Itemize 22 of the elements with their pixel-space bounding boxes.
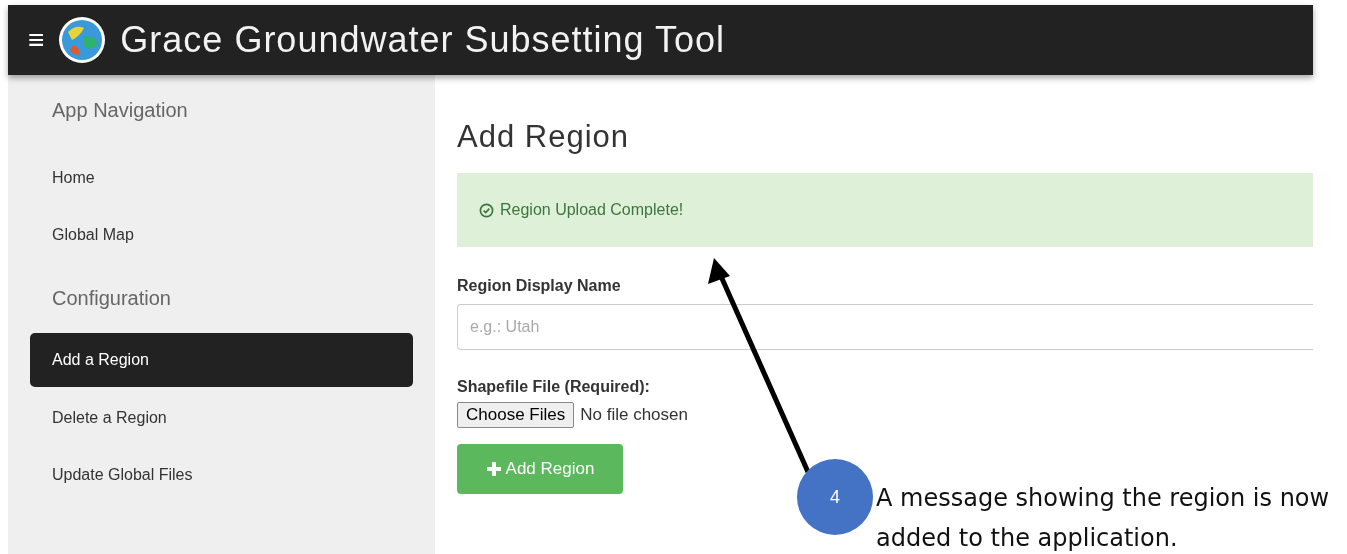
step-number-badge: 4 (797, 459, 873, 535)
sidebar-heading: Configuration (51, 285, 172, 311)
sidebar-item[interactable]: Delete a Region (30, 389, 413, 446)
globe-logo-icon (58, 16, 107, 64)
alert-message: Region Upload Complete! (500, 201, 684, 219)
annotation-text: added to the application. (876, 523, 1179, 554)
app-title: Grace Groundwater Subsetting Tool (120, 19, 725, 61)
menu-button[interactable]: ≡ (28, 26, 45, 54)
plus-icon (485, 461, 502, 477)
sidebar-item[interactable]: Update Global Files (30, 446, 413, 503)
check-circle-icon (479, 202, 494, 218)
sidebar-item[interactable]: Global Map (30, 206, 413, 263)
region-name-field[interactable]: e.g.: Utah (457, 304, 1313, 350)
field-label: Shapefile File (Required): (457, 378, 651, 396)
sidebar-heading: App Navigation (51, 99, 189, 123)
page-title: Add Region (457, 119, 630, 155)
choose-files-button[interactable]: Choose Files (457, 402, 575, 428)
sidebar-item[interactable]: Add a Region (30, 333, 413, 387)
file-status: No file chosen (580, 405, 688, 425)
field-label: Region Display Name (457, 277, 622, 295)
sidebar-item[interactable]: Home (30, 149, 413, 206)
annotation-text: A message showing the region is now (876, 483, 1330, 514)
